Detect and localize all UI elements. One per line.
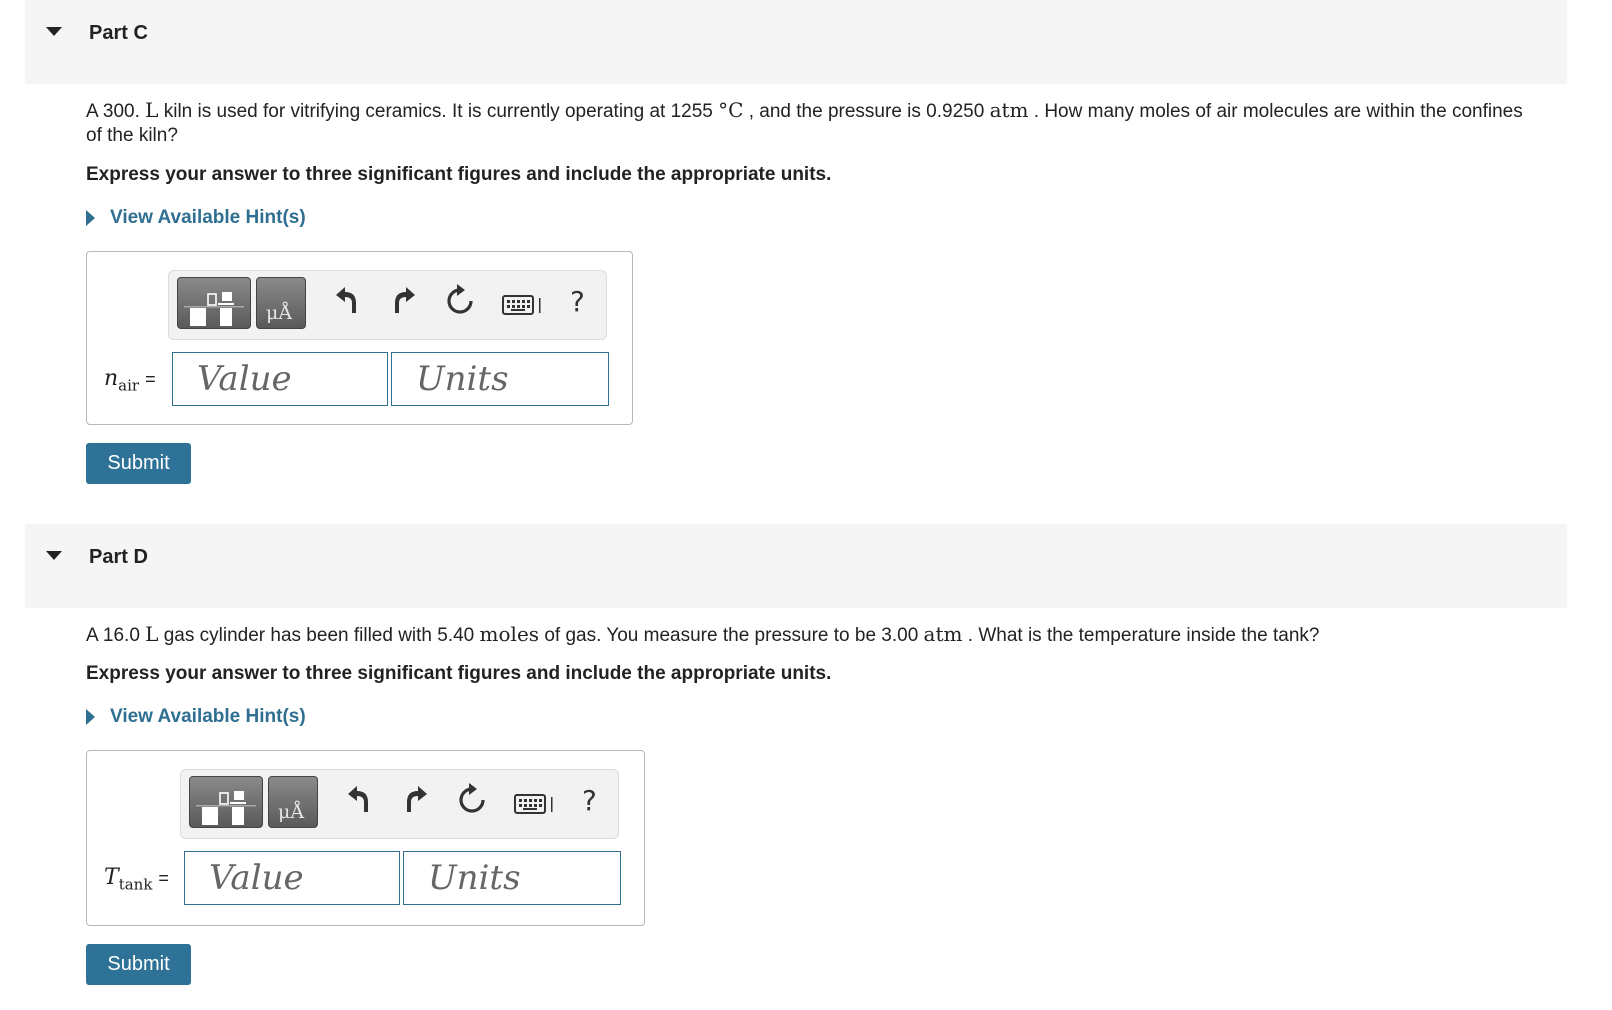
part-d-submit-button[interactable]: Submit [86,944,191,985]
part-c-equation-toolbar: μÅ ? [168,270,607,340]
templates-icon [196,791,256,825]
undo-icon[interactable] [332,283,360,317]
hint-link-label: View Available Hint(s) [110,706,306,727]
help-icon[interactable]: ? [570,285,585,318]
templates-button[interactable] [177,277,251,329]
part-d-units-input[interactable] [403,851,621,905]
undo-icon[interactable] [344,782,372,816]
part-d-variable-label: Ttank = [104,865,169,894]
part-c-submit-button[interactable]: Submit [86,443,191,484]
hint-link-label: View Available Hint(s) [110,207,306,228]
part-d-header[interactable]: Part D [25,524,1567,608]
collapse-caret-icon[interactable] [46,27,62,36]
unit-moles: moles [479,622,540,646]
unit-atm: atm [989,98,1029,122]
part-d-title: Part D [89,546,148,568]
units-icon: μÅ [266,302,293,324]
expand-caret-icon [86,210,95,226]
part-d-value-input[interactable] [184,851,400,905]
part-c-answer-box: μÅ ? nair = [86,251,633,425]
help-icon[interactable]: ? [582,784,597,817]
part-d-hint-link[interactable]: View Available Hint(s) [86,706,306,728]
redo-icon[interactable] [403,782,431,816]
part-c-title: Part C [89,22,148,44]
templates-button[interactable] [189,776,263,828]
templates-icon [184,292,244,326]
unit-atm: atm [923,622,963,646]
part-c-value-input[interactable] [172,352,388,406]
units-icon: μÅ [278,801,305,823]
unit-celsius: °C [718,98,744,122]
collapse-caret-icon[interactable] [46,551,62,560]
part-c-units-input[interactable] [391,352,609,406]
part-c-question: A 300. L kiln is used for vitrifying cer… [86,98,1523,146]
part-c-hint-link[interactable]: View Available Hint(s) [86,207,306,229]
part-c-header[interactable]: Part C [25,0,1567,84]
unit-liters: L [145,622,159,646]
unit-liters: L [145,98,159,122]
part-c-variable-label: nair = [104,366,156,395]
part-c-instruction: Express your answer to three significant… [86,164,832,185]
expand-caret-icon [86,709,95,725]
part-d-answer-box: μÅ ? Ttank = [86,750,645,926]
units-button[interactable]: μÅ [268,776,318,828]
reset-icon[interactable] [445,283,475,317]
units-button[interactable]: μÅ [256,277,306,329]
reset-icon[interactable] [457,782,487,816]
keyboard-icon[interactable] [502,293,542,317]
keyboard-icon[interactable] [514,792,554,816]
part-d-question: A 16.0 L gas cylinder has been filled wi… [86,622,1320,646]
part-d-instruction: Express your answer to three significant… [86,663,832,684]
redo-icon[interactable] [391,283,419,317]
part-d-equation-toolbar: μÅ ? [180,769,619,839]
